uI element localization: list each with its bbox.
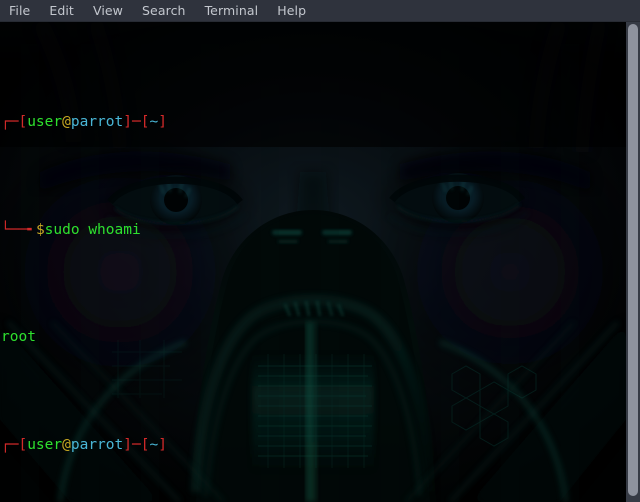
prompt-username-2: user	[27, 436, 63, 453]
vertical-scrollbar[interactable]	[626, 22, 640, 502]
prompt-rbracket: ]	[123, 114, 132, 130]
prompt-path: ~	[149, 114, 159, 130]
output-text: root	[1, 329, 36, 345]
command-line-1: └──╸$sudo whoami	[1, 220, 626, 242]
menu-item-terminal[interactable]: Terminal	[205, 0, 259, 21]
menu-item-file[interactable]: File	[9, 0, 30, 21]
menu-item-view[interactable]: View	[93, 0, 123, 21]
prompt-dash-2: ─	[131, 436, 141, 453]
vertical-scroll-thumb[interactable]	[628, 24, 638, 496]
prompt-at-sign-2: @	[62, 436, 71, 453]
command-output-line: root	[1, 327, 626, 349]
prompt-rbracket-2: ]	[123, 436, 132, 453]
command-text: sudo whoami	[44, 221, 141, 238]
menu-item-help[interactable]: Help	[277, 0, 306, 21]
menubar: File Edit View Search Terminal Help	[0, 0, 640, 22]
prompt-username: user	[27, 114, 63, 130]
prompt-line-1: ┌─[user@parrot]─[~]	[1, 112, 626, 134]
prompt-at-sign: @	[62, 114, 71, 130]
prompt-dash: ─	[131, 114, 141, 130]
prompt-hostname: parrot	[70, 114, 124, 130]
prompt-lbracket: [	[18, 114, 28, 130]
prompt-corner-glyph: ┌─	[1, 114, 19, 130]
prompt-arrow-glyph: ╸	[27, 221, 36, 238]
prompt-lbracket-2: [	[18, 436, 28, 453]
prompt-line-2: ┌─[user@parrot]─[~]	[1, 435, 626, 457]
terminal-screen[interactable]: ┌─[user@parrot]─[~] └──╸$sudo whoami roo…	[0, 22, 626, 502]
prompt-path-2: ~	[149, 436, 159, 453]
prompt-corner-glyph-2: ┌─	[1, 436, 19, 453]
terminal-window: File Edit View Search Terminal Help ┌─[u…	[0, 0, 640, 502]
prompt-rbracket-path: ]	[158, 114, 167, 130]
prompt-dollar-sign: $	[35, 221, 45, 238]
prompt-rbracket-path-2: ]	[158, 436, 167, 453]
prompt-corner-bottom-glyph: └──	[1, 221, 28, 238]
menu-item-edit[interactable]: Edit	[49, 0, 74, 21]
prompt-hostname-2: parrot	[70, 436, 124, 453]
menu-item-search[interactable]: Search	[142, 0, 186, 21]
